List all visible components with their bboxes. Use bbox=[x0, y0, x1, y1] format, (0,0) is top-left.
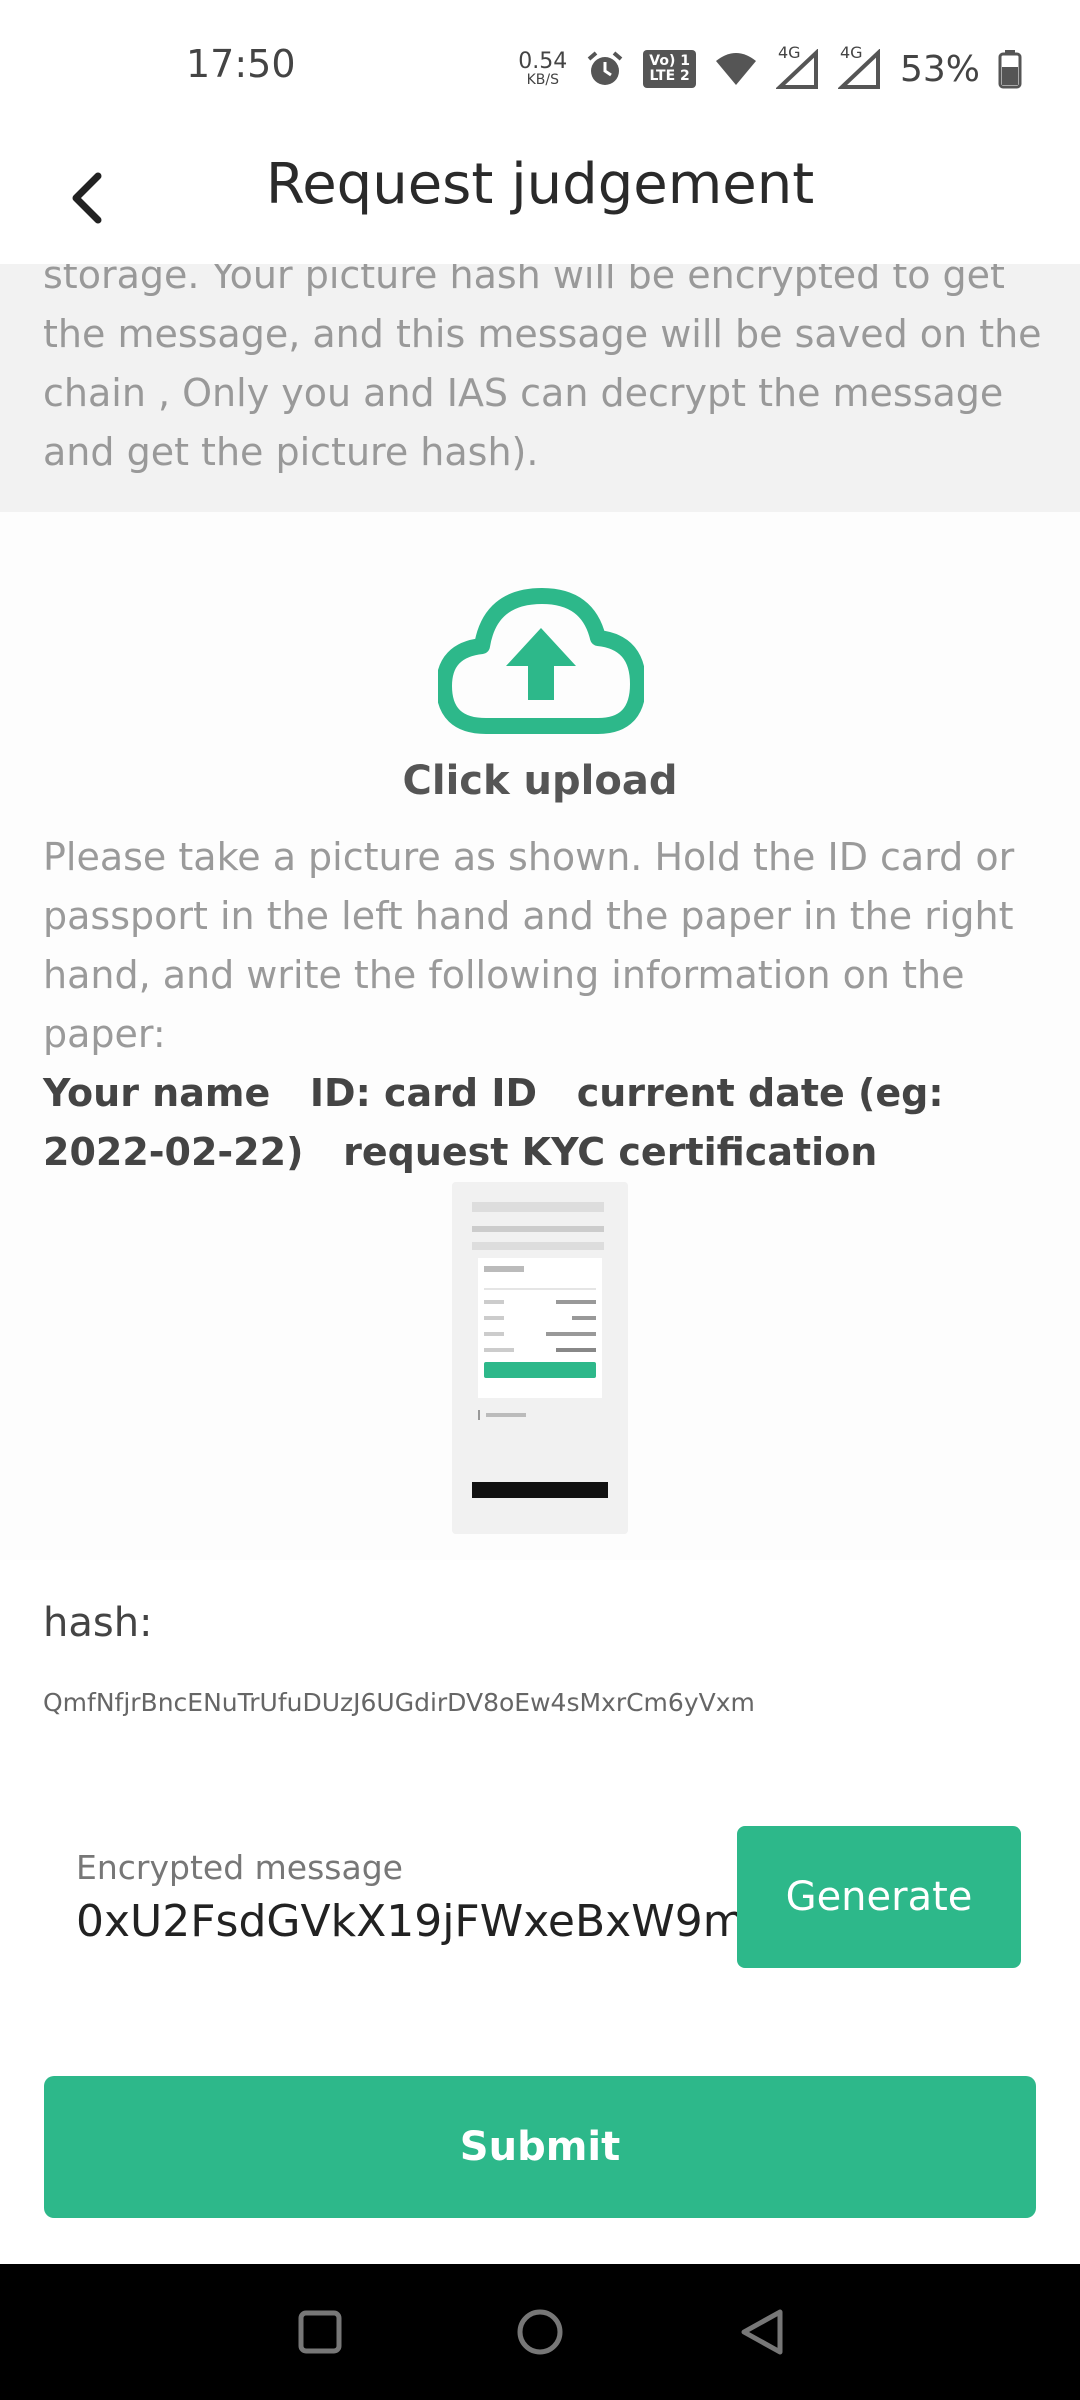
volte-icon: Vo) 1 LTE 2 bbox=[643, 49, 696, 89]
generate-button[interactable]: Generate bbox=[737, 1826, 1021, 1968]
encrypted-message-card: Encrypted message Generate bbox=[40, 1810, 1038, 1990]
page-title: Request judgement bbox=[265, 152, 815, 217]
battery-percent: 53% bbox=[899, 48, 980, 90]
cloud-upload-icon[interactable] bbox=[436, 588, 646, 736]
net-speed-value: 0.54 bbox=[518, 49, 568, 74]
upload-instructions: Please take a picture as shown. Hold the… bbox=[43, 835, 1015, 1056]
encrypted-message-input[interactable] bbox=[76, 1896, 740, 1947]
battery-icon bbox=[998, 49, 1022, 89]
upload-card: Click upload Please take a picture as sh… bbox=[0, 512, 1080, 1560]
description-block: storage. Your picture hash will be encry… bbox=[0, 264, 1080, 512]
signal-2-label: 4G bbox=[839, 43, 863, 62]
hash-label: hash: bbox=[43, 1600, 153, 1646]
signal-1-label: 4G bbox=[777, 43, 801, 62]
sample-photo-image bbox=[452, 1182, 628, 1534]
wifi-icon bbox=[714, 51, 758, 87]
app-header: Request judgement bbox=[0, 136, 1080, 264]
submit-button[interactable]: Submit bbox=[44, 2076, 1036, 2218]
alarm-icon bbox=[585, 49, 625, 89]
system-nav-bar bbox=[0, 2264, 1080, 2400]
volte-top: Vo) 1 bbox=[649, 52, 690, 69]
required-text: Your name ID: card ID current date (eg: … bbox=[43, 1071, 957, 1174]
net-speed-unit: KB/S bbox=[526, 72, 559, 88]
square-icon bbox=[298, 2310, 342, 2354]
signal-icon-1: 4G bbox=[775, 43, 820, 89]
signal-icon-2: 4G bbox=[837, 43, 882, 89]
back-nav-button[interactable] bbox=[730, 2300, 794, 2364]
status-time: 17:50 bbox=[186, 42, 296, 86]
home-button[interactable] bbox=[508, 2300, 572, 2364]
net-speed: 0.54 KB/S bbox=[518, 49, 568, 88]
status-bar: 17:50 0.54 KB/S Vo) 1 LTE 2 4G 4G 53% bbox=[0, 0, 1080, 136]
hash-value: QmfNfjrBncENuTrUfuDUzJ6UGdirDV8oEw4sMxrC… bbox=[43, 1688, 755, 1717]
status-icons: 0.54 KB/S Vo) 1 LTE 2 4G 4G 53% bbox=[518, 42, 1022, 96]
circle-icon bbox=[517, 2309, 563, 2355]
triangle-back-icon bbox=[741, 2309, 783, 2355]
recents-button[interactable] bbox=[288, 2300, 352, 2364]
click-upload-label[interactable]: Click upload bbox=[0, 758, 1080, 804]
encrypted-message-label: Encrypted message bbox=[76, 1848, 403, 1887]
volte-bottom: LTE 2 bbox=[649, 68, 690, 84]
description-text: storage. Your picture hash will be encry… bbox=[43, 264, 1042, 474]
